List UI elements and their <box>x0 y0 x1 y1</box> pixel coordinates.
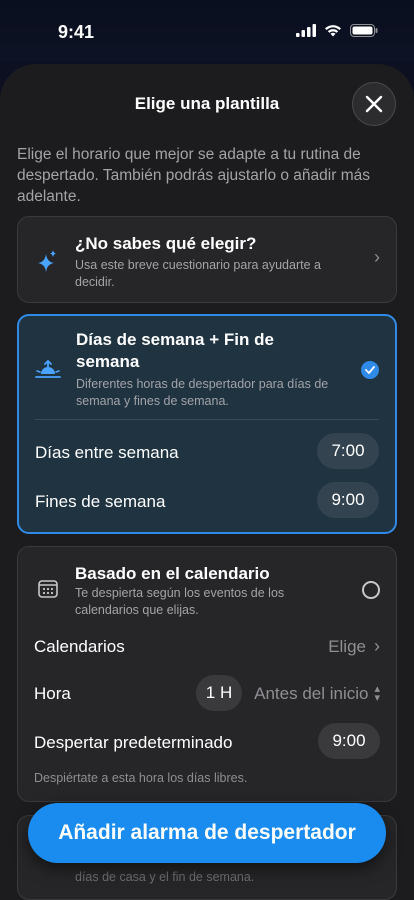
wifi-icon <box>325 25 341 37</box>
chevron-right-icon: › <box>374 247 380 267</box>
calendars-picker[interactable]: Elige › <box>328 636 380 657</box>
battery-icon <box>350 24 378 37</box>
default-wake-time-button[interactable]: 9:00 <box>318 723 380 759</box>
quiz-title: ¿No sabes qué elegir? <box>75 234 257 253</box>
sunrise-icon <box>35 360 61 378</box>
weekends-label: Fines de semana <box>35 492 166 511</box>
next-template-subtitle: días de casa y el fin de semana. <box>75 870 255 884</box>
divider <box>35 419 379 420</box>
weekdays-time-button[interactable]: 7:00 <box>317 433 379 469</box>
sparkles-icon <box>38 250 56 272</box>
chevron-updown-icon: ▴ ▾ <box>374 683 380 704</box>
quiz-subtitle: Usa este breve cuestionario para ayudart… <box>75 258 321 289</box>
quiz-card[interactable]: ¿No sabes qué elegir? Usa este breve cue… <box>17 216 397 303</box>
calendars-value: Elige <box>328 636 366 656</box>
hour-option-value: Antes del inicio <box>254 684 369 703</box>
weekday-subtitle: Diferentes horas de despertador para día… <box>76 377 329 408</box>
calendar-title: Basado en el calendario <box>75 564 270 583</box>
hour-offset-button[interactable]: 1 H <box>196 675 242 711</box>
selected-check-icon <box>361 361 379 379</box>
default-wake-label: Despertar predeterminado <box>34 733 233 752</box>
add-wake-alarm-button[interactable]: Añadir alarma de despertador <box>28 803 386 863</box>
weekday-weekend-card[interactable]: Días de semana + Fin de semana Diferente… <box>17 314 397 534</box>
chevron-right-icon: › <box>374 636 380 656</box>
close-icon <box>365 95 383 113</box>
close-button[interactable] <box>352 82 396 126</box>
status-bar: 9:41 <box>0 0 414 62</box>
calendar-radio[interactable] <box>362 581 380 599</box>
intro-text: Elige el horario que mejor se adapte a t… <box>17 146 370 205</box>
default-wake-footnote: Despiértate a esta hora los días libres. <box>34 771 248 785</box>
weekdays-label: Días entre semana <box>35 443 179 462</box>
status-time: 9:41 <box>58 22 95 42</box>
template-sheet: Elige una plantilla Elige el horario que… <box>0 64 414 900</box>
weekday-title: Días de semana + Fin de semana <box>76 330 274 371</box>
status-icons <box>296 24 378 37</box>
signal-icon <box>296 24 316 37</box>
calendar-icon <box>38 580 58 598</box>
weekends-time-button[interactable]: 9:00 <box>317 482 379 518</box>
calendar-card[interactable]: Basado en el calendario Te despierta seg… <box>17 546 397 802</box>
calendar-subtitle: Te despierta según los eventos de los ca… <box>75 586 285 617</box>
calendars-label: Calendarios <box>34 637 125 656</box>
hour-option-select[interactable]: Antes del inicio ▴ ▾ <box>254 684 380 704</box>
hour-label: Hora <box>34 684 71 703</box>
